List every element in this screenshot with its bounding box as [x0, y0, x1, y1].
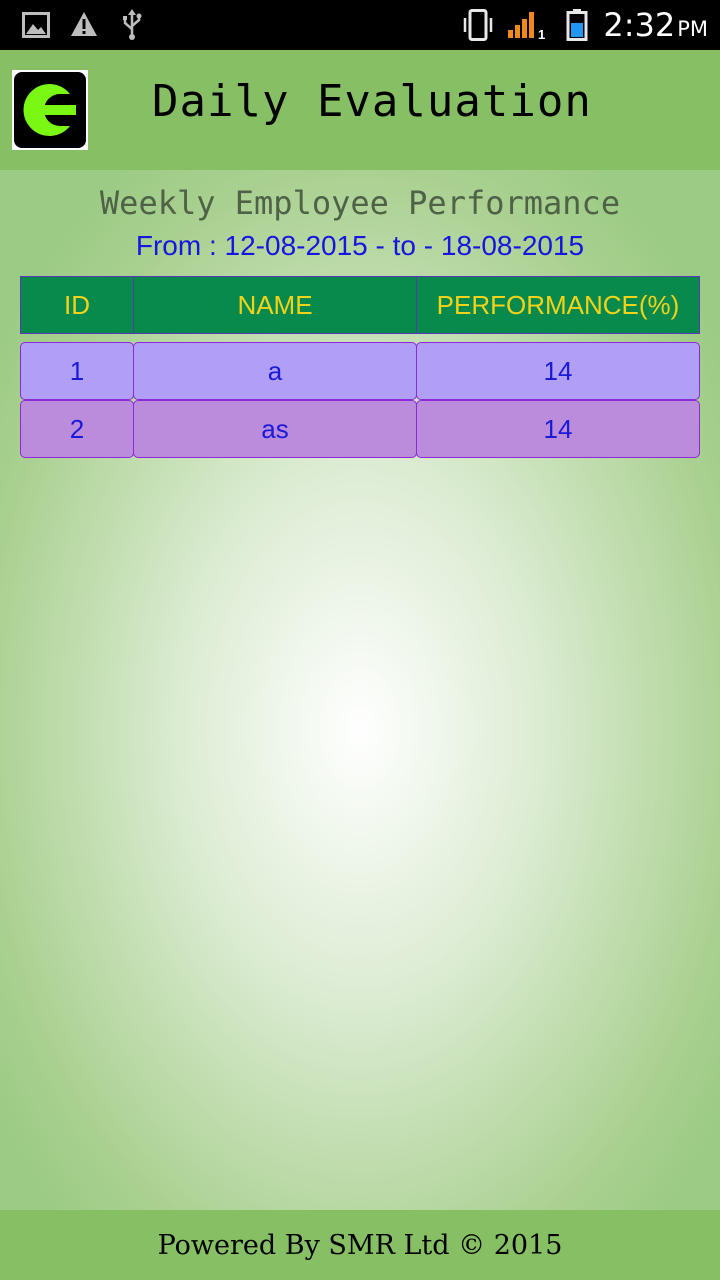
usb-icon: [123, 9, 142, 40]
status-bar: 1 2:32PM: [0, 0, 720, 50]
app-logo[interactable]: [12, 70, 88, 150]
date-separator: - to -: [375, 230, 434, 261]
clock-time: 2:32: [603, 6, 676, 44]
from-date: 12-08-2015: [224, 230, 368, 261]
logo-e-icon: [23, 84, 76, 136]
date-range: From : 12-08-2015 - to - 18-08-2015: [0, 230, 720, 262]
from-label: From :: [135, 230, 217, 261]
row-2-name-cell[interactable]: as: [133, 400, 417, 458]
battery-icon: [566, 9, 588, 41]
column-header-performance: PERFORMANCE(%): [416, 276, 700, 334]
row-2-id-cell[interactable]: 2: [20, 400, 134, 458]
row-1-id-cell[interactable]: 1: [20, 342, 134, 400]
app-header: Daily Evaluation: [0, 50, 720, 170]
sim-slot-label: 1: [538, 27, 545, 40]
row-2-performance-cell[interactable]: 14: [416, 400, 700, 458]
to-date: 18-08-2015: [440, 230, 585, 261]
app-title: Daily Evaluation: [152, 76, 592, 127]
signal-icon: 1: [508, 12, 545, 40]
column-header-name: NAME: [133, 276, 417, 334]
status-clock: 2:32PM: [603, 6, 708, 44]
vibrate-icon: [463, 9, 493, 41]
row-1-performance-cell[interactable]: 14: [416, 342, 700, 400]
clock-ampm: PM: [677, 17, 708, 41]
footer: Powered By SMR Ltd © 2015: [0, 1210, 720, 1280]
image-icon: [22, 12, 50, 38]
column-header-id: ID: [20, 276, 134, 334]
row-1-name-cell[interactable]: a: [133, 342, 417, 400]
report-title: Weekly Employee Performance: [99, 184, 621, 222]
footer-text: Powered By SMR Ltd © 2015: [157, 1229, 563, 1261]
warning-icon: [71, 12, 97, 36]
